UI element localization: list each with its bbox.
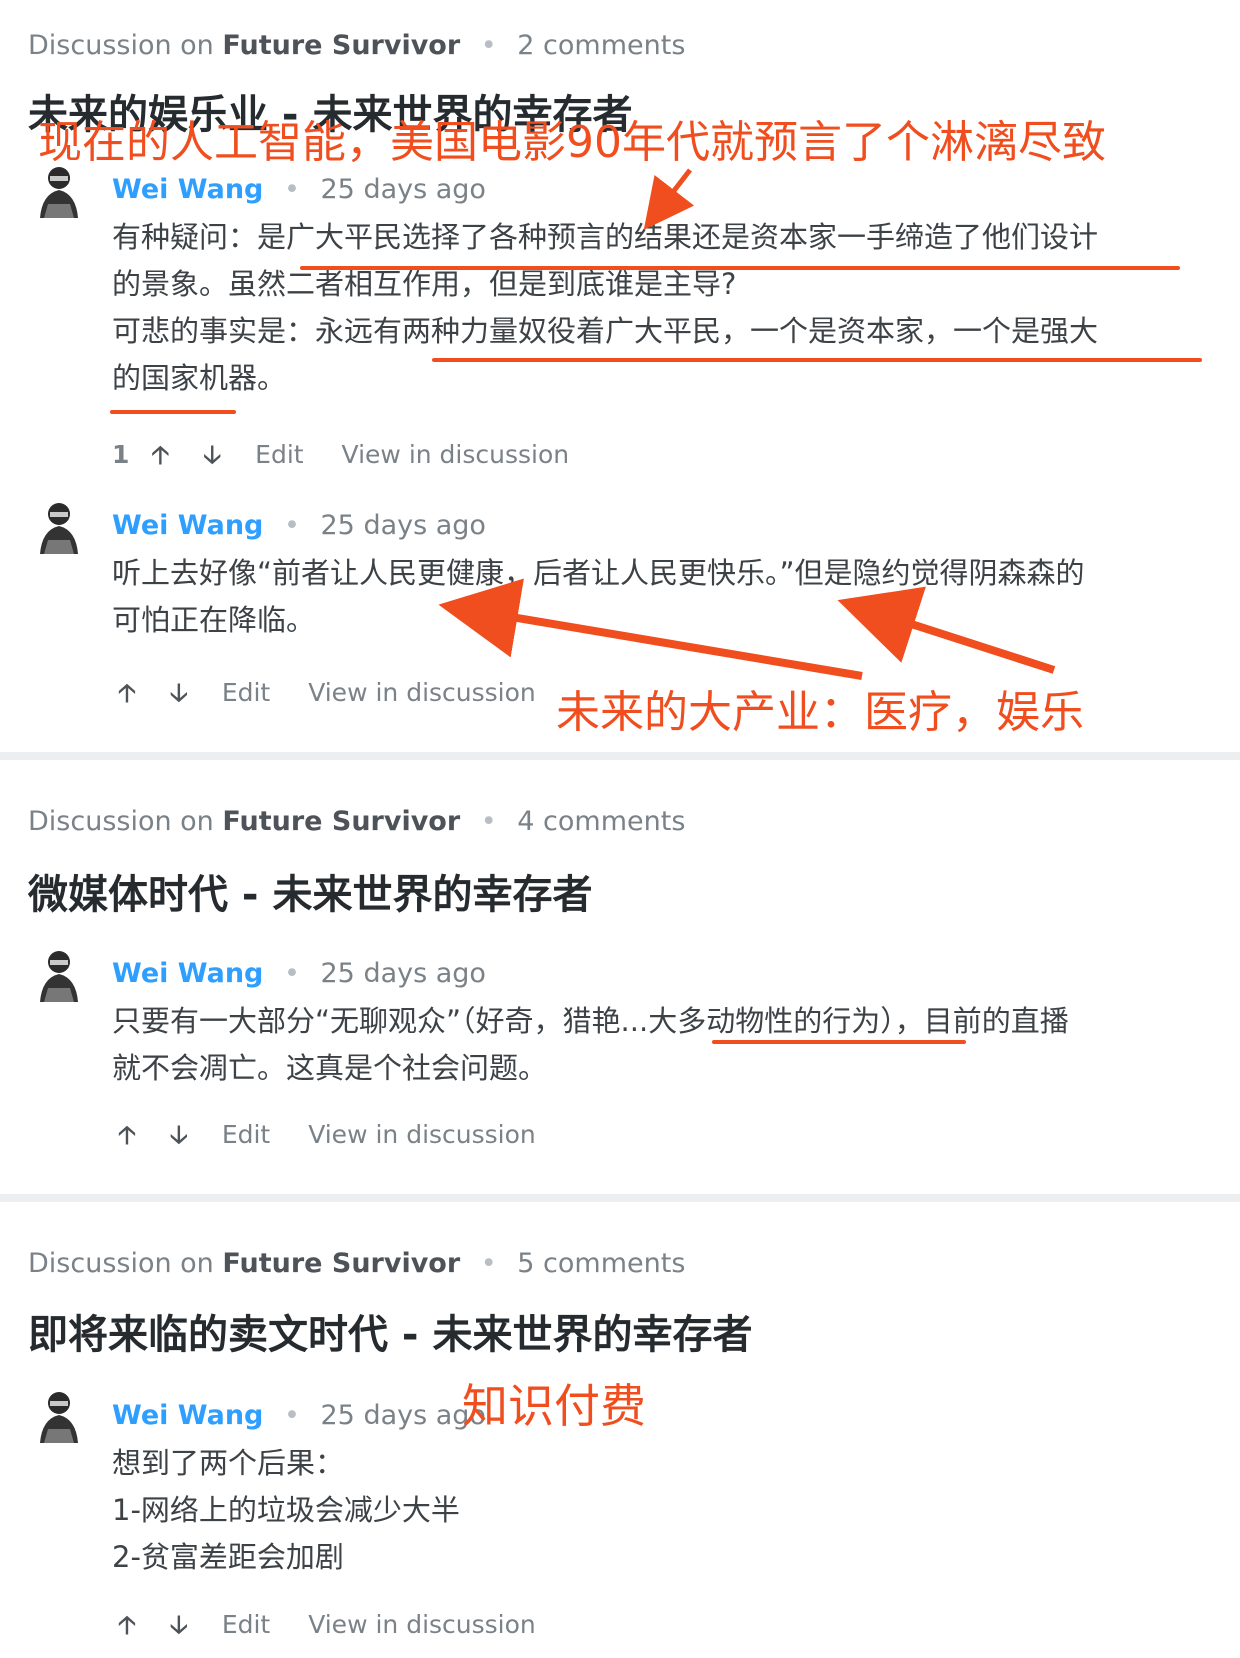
view-in-discussion-link[interactable]: View in discussion (308, 678, 536, 707)
annotation-paid-knowledge: 知识付费 (462, 1379, 646, 1433)
comment-header: Wei Wang • 25 days ago (112, 958, 486, 989)
comment-line: 2-贫富差距会加剧 (112, 1540, 344, 1574)
downvote-icon[interactable]: 🡣 (203, 436, 221, 479)
avatar[interactable] (28, 944, 90, 1006)
comment-line: 只要有一大部分“无聊观众”（好奇，猎艳...大多动物性的行为），目前的直播 (112, 1004, 1069, 1038)
annotation-underline (300, 266, 1180, 270)
downvote-icon[interactable]: 🡣 (170, 674, 188, 717)
annotation-ai: 现在的人工智能，美国电影90年代就预言了个淋漓尽致 (38, 117, 1106, 168)
comment-header: Wei Wang • 25 days ago (112, 174, 486, 205)
thread-meta: Discussion on Future Survivor • 2 commen… (28, 30, 685, 61)
meta-prefix: Discussion on (28, 806, 214, 837)
meta-prefix: Discussion on (28, 30, 214, 61)
avatar[interactable] (28, 1385, 90, 1447)
upvote-icon[interactable]: 🡡 (118, 1116, 136, 1159)
timestamp[interactable]: 25 days ago (321, 958, 486, 989)
downvote-icon[interactable]: 🡣 (170, 1116, 188, 1159)
meta-separator: • (480, 1248, 497, 1279)
author-link[interactable]: Wei Wang (112, 958, 263, 989)
comment-header: Wei Wang • 25 days ago (112, 1400, 486, 1431)
annotation-arrow (643, 168, 695, 230)
thread-title[interactable]: 即将来临的卖文时代 - 未来世界的幸存者 (28, 1302, 752, 1360)
annotation-underline (712, 1040, 966, 1044)
comment-actions: 🡡 🡣 Edit View in discussion (118, 1606, 566, 1649)
edit-link[interactable]: Edit (255, 440, 303, 469)
avatar-icon (40, 951, 78, 1002)
comment-line: 的国家机器。 (112, 361, 287, 395)
thread-divider (0, 752, 1240, 760)
author-link[interactable]: Wei Wang (112, 174, 263, 205)
comment-line: 可怕正在降临。 (112, 603, 316, 637)
comment-count[interactable]: 4 comments (517, 806, 685, 837)
upvote-icon[interactable]: 🡡 (118, 674, 136, 717)
comment-line: 想到了两个后果： (112, 1446, 345, 1480)
forum-link[interactable]: Future Survivor (222, 30, 460, 61)
thread-title[interactable]: 微媒体时代 - 未来世界的幸存者 (28, 862, 592, 920)
annotation-underline (432, 358, 1202, 362)
avatar-icon (40, 1392, 78, 1443)
timestamp[interactable]: 25 days ago (321, 174, 486, 205)
annotation-industry: 未来的大产业：医疗，娱乐 (556, 687, 1084, 738)
upvote-icon[interactable]: 🡡 (151, 436, 169, 479)
comment-line: 听上去好像“前者让人民更健康，后者让人民更快乐。”但是隐约觉得阴森森的 (112, 556, 1085, 590)
author-link[interactable]: Wei Wang (112, 510, 263, 541)
comment-line: 1-网络上的垃圾会减少大半 (112, 1493, 460, 1527)
forum-link[interactable]: Future Survivor (222, 1248, 460, 1279)
avatar[interactable] (28, 496, 90, 558)
edit-link[interactable]: Edit (222, 1610, 270, 1639)
view-in-discussion-link[interactable]: View in discussion (308, 1120, 536, 1149)
comment-text: 只要有一大部分“无聊观众”（好奇，猎艳...大多动物性的行为），目前的直播 就不… (112, 998, 1069, 1092)
edit-link[interactable]: Edit (222, 678, 270, 707)
meta-separator: • (480, 30, 497, 61)
avatar-icon (40, 503, 78, 554)
comment-line: 可悲的事实是：永远有两种力量奴役着广大平民，一个是资本家，一个是强大 (112, 314, 1099, 348)
header-separator: • (283, 174, 300, 205)
comment-actions: 🡡 🡣 Edit View in discussion (118, 674, 566, 717)
meta-separator: • (480, 806, 497, 837)
comment-line: 有种疑问：是广大平民选择了各种预言的结果还是资本家一手缔造了他们设计 (112, 220, 1099, 254)
annotation-underline (110, 410, 236, 414)
comment-text: 有种疑问：是广大平民选择了各种预言的结果还是资本家一手缔造了他们设计 的景象。虽… (112, 214, 1098, 402)
upvote-icon[interactable]: 🡡 (118, 1606, 136, 1649)
view-in-discussion-link[interactable]: View in discussion (308, 1610, 536, 1639)
comment-line: 就不会凋亡。这真是个社会问题。 (112, 1051, 548, 1085)
comment-text: 想到了两个后果： 1-网络上的垃圾会减少大半 2-贫富差距会加剧 (112, 1440, 460, 1581)
comment-text: 听上去好像“前者让人民更健康，后者让人民更快乐。”但是隐约觉得阴森森的 可怕正在… (112, 550, 1085, 644)
edit-link[interactable]: Edit (222, 1120, 270, 1149)
comment-header: Wei Wang • 25 days ago (112, 510, 486, 541)
view-in-discussion-link[interactable]: View in discussion (342, 440, 570, 469)
comment-actions: 🡡 🡣 Edit View in discussion (118, 1116, 566, 1159)
meta-prefix: Discussion on (28, 1248, 214, 1279)
comment-count[interactable]: 2 comments (517, 30, 685, 61)
thread-divider (0, 1194, 1240, 1202)
header-separator: • (283, 958, 300, 989)
forum-link[interactable]: Future Survivor (222, 806, 460, 837)
comment-actions: 1 🡡 🡣 Edit View in discussion (112, 436, 599, 479)
author-link[interactable]: Wei Wang (112, 1400, 263, 1431)
header-separator: • (283, 1400, 300, 1431)
header-separator: • (283, 510, 300, 541)
thread-meta: Discussion on Future Survivor • 5 commen… (28, 1248, 685, 1279)
comment-count[interactable]: 5 comments (517, 1248, 685, 1279)
thread-meta: Discussion on Future Survivor • 4 commen… (28, 806, 685, 837)
timestamp[interactable]: 25 days ago (321, 510, 486, 541)
vote-count: 1 (112, 440, 130, 469)
downvote-icon[interactable]: 🡣 (170, 1606, 188, 1649)
